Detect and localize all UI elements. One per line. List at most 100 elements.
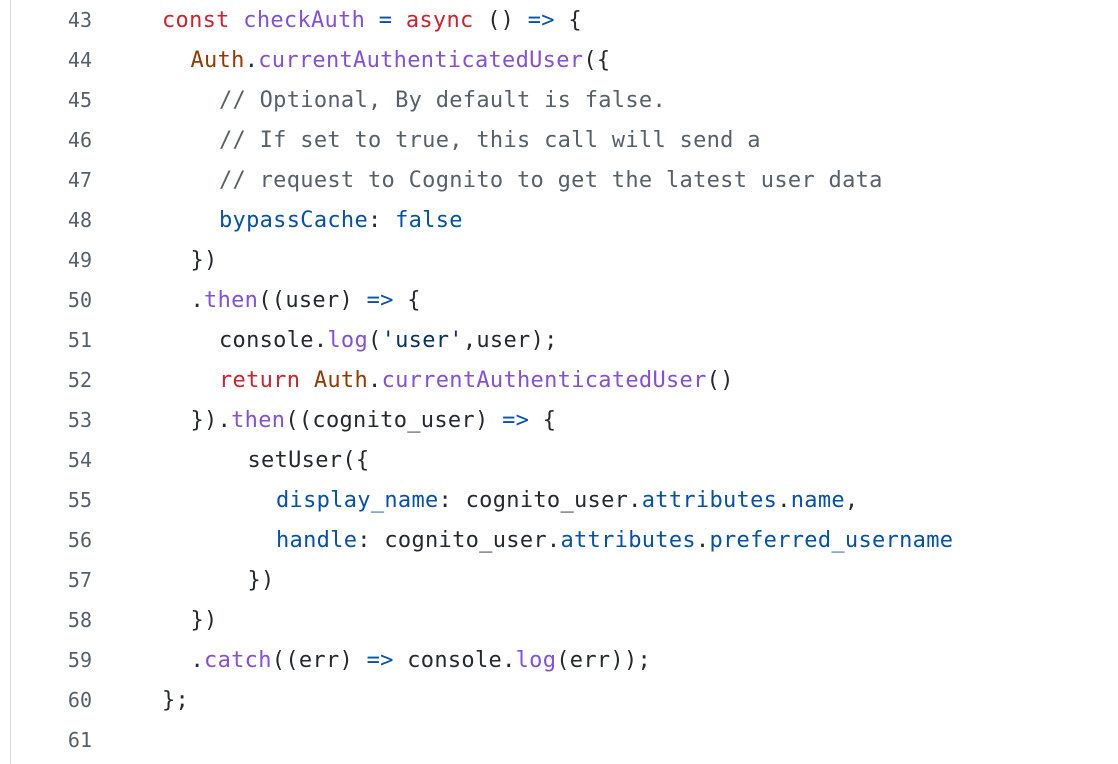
line-number[interactable]: 58 — [11, 608, 92, 632]
code-token: preferred_username — [709, 527, 954, 553]
code-content: }) — [162, 568, 275, 593]
code-token: console — [219, 327, 314, 353]
code-line: 47 // request to Cognito to get the lates… — [11, 160, 1118, 200]
code-line: 55 display_name: cognito_user.attributes.… — [11, 480, 1118, 520]
code-token: }; — [162, 687, 190, 713]
code-line: 46 // If set to true, this call will send… — [11, 120, 1118, 160]
code-token: false — [395, 207, 463, 233]
code-token: . — [368, 367, 382, 393]
code-token: => — [366, 647, 394, 673]
line-number[interactable]: 51 — [11, 328, 92, 352]
line-number[interactable]: 59 — [11, 648, 92, 672]
code-token: }) — [190, 247, 218, 273]
code-content: setUser({ — [162, 447, 370, 473]
code-token: : cognito_user. — [438, 487, 642, 513]
code-content: }) — [162, 608, 218, 633]
code-content: Auth.currentAuthenticatedUser({ — [162, 47, 611, 73]
code-token: { — [393, 287, 421, 313]
code-content: return Auth.currentAuthenticatedUser() — [162, 368, 734, 393]
code-token: currentAuthenticatedUser — [381, 367, 707, 393]
code-content: .catch((err) => console.log(err)); — [162, 648, 651, 673]
code-token: { — [529, 407, 557, 433]
line-number[interactable]: 55 — [11, 488, 92, 512]
code-token: ( — [368, 327, 382, 353]
code-line: 45 // Optional, By default is false. — [11, 80, 1118, 120]
code-content: // request to Cognito to get the latest … — [162, 168, 883, 193]
line-number[interactable]: 47 — [11, 168, 92, 192]
code-token: ({ — [583, 47, 611, 73]
line-number[interactable]: 46 — [11, 128, 92, 152]
code-token: : — [368, 207, 396, 233]
code-token: then — [231, 407, 286, 433]
code-line: 56 handle: cognito_user.attributes.prefer… — [11, 520, 1118, 560]
code-token: checkAuth — [243, 7, 366, 33]
code-line: 58}) — [11, 600, 1118, 640]
code-token: name — [790, 487, 845, 513]
code-token: = — [378, 7, 393, 33]
code-content: handle: cognito_user.attributes.preferre… — [162, 528, 953, 553]
code-token: . — [190, 647, 205, 673]
code-token: handle — [276, 527, 358, 553]
code-content: // Optional, By default is false. — [162, 88, 666, 113]
code-token: }). — [190, 407, 232, 433]
line-number[interactable]: 61 — [11, 728, 92, 752]
line-number[interactable]: 56 — [11, 528, 92, 552]
code-content: console.log('user',user); — [162, 328, 558, 353]
code-token: 'user' — [381, 327, 463, 353]
code-line: 51 console.log('user',user); — [11, 320, 1118, 360]
line-number[interactable]: 60 — [11, 688, 92, 712]
code-token: setUser({ — [247, 447, 370, 473]
line-number[interactable]: 50 — [11, 288, 92, 312]
code-content: const checkAuth = async () => { — [162, 8, 582, 33]
code-token: return — [219, 367, 314, 393]
line-number[interactable]: 57 — [11, 568, 92, 592]
code-token: . — [313, 327, 328, 353]
code-line: 49}) — [11, 240, 1118, 280]
code-token: currentAuthenticatedUser — [258, 47, 584, 73]
code-line: 61 — [11, 720, 1118, 760]
code-line: 50 .then((user) => { — [11, 280, 1118, 320]
code-token: bypassCache — [219, 207, 368, 233]
line-number[interactable]: 52 — [11, 368, 92, 392]
code-token: Auth — [190, 47, 245, 73]
code-token: . — [244, 47, 259, 73]
line-number[interactable]: 54 — [11, 448, 92, 472]
code-token: // If set to true, this call will send a — [219, 127, 761, 153]
code-token: => — [527, 7, 555, 33]
code-token: log — [327, 327, 369, 353]
code-token: console. — [393, 647, 516, 673]
code-token: attributes — [641, 487, 778, 513]
code-token: Auth — [313, 367, 369, 393]
code-token: . — [190, 287, 205, 313]
code-line: 48 bypassCache: false — [11, 200, 1118, 240]
line-number[interactable]: 49 — [11, 248, 92, 272]
code-token: , — [844, 487, 859, 513]
code-content: .then((user) => { — [162, 288, 421, 313]
code-token: // Optional, By default is false. — [219, 87, 666, 113]
code-line: 57}) — [11, 560, 1118, 600]
line-number[interactable]: 43 — [11, 8, 92, 32]
code-token: }) — [247, 567, 275, 593]
code-token: () — [473, 7, 528, 33]
code-token: ((err) — [271, 647, 367, 673]
code-token: . — [777, 487, 791, 513]
code-token: => — [502, 407, 530, 433]
code-line: 54 setUser({ — [11, 440, 1118, 480]
line-number[interactable]: 44 — [11, 48, 92, 72]
code-token: ,user); — [462, 327, 558, 353]
code-line: 59 .catch((err) => console.log(err)); — [11, 640, 1118, 680]
code-token: catch — [204, 647, 272, 673]
code-content: }) — [162, 248, 218, 273]
code-content: }).then((cognito_user) => { — [162, 408, 556, 433]
line-number[interactable]: 45 — [11, 88, 92, 112]
code-table: 43 const checkAuth = async () => { 44 Auth.… — [11, 0, 1118, 760]
code-token: display_name — [276, 487, 439, 513]
code-token: () — [706, 367, 734, 393]
code-line: 52 return Auth.currentAuthenticatedUser() — [11, 360, 1118, 400]
line-number[interactable]: 53 — [11, 408, 92, 432]
code-token: then — [204, 287, 259, 313]
code-token: attributes — [560, 527, 696, 553]
code-token: { — [554, 7, 582, 33]
line-number[interactable]: 48 — [11, 208, 92, 232]
